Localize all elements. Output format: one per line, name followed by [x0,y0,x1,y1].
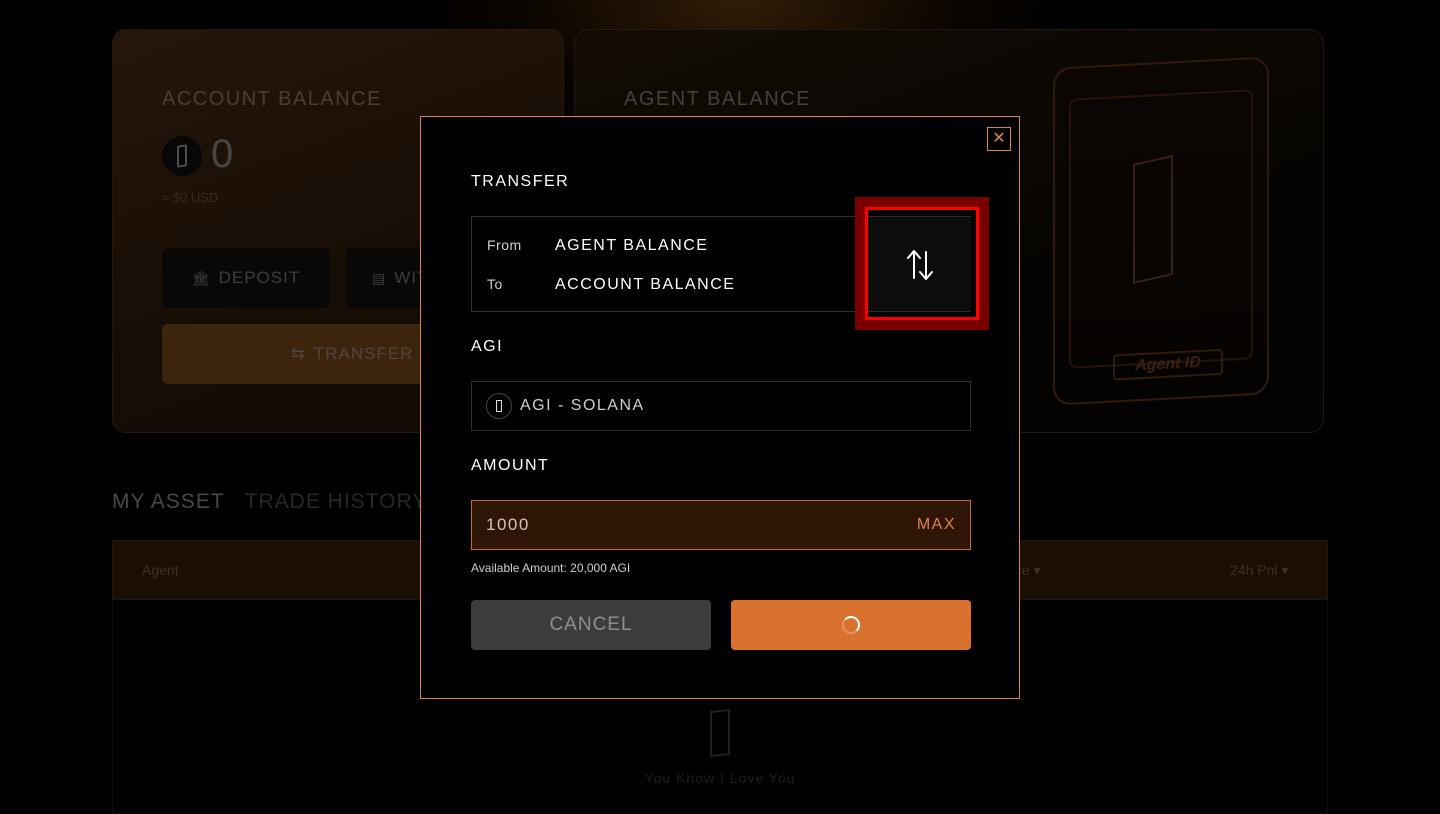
cancel-button[interactable]: CANCEL [471,600,711,650]
from-to-box: From AGENT BALANCE To ACCOUNT BALANCE [471,216,971,312]
amount-field: MAX [471,500,971,550]
amount-section-label: AMOUNT [471,457,550,474]
available-amount-text: Available Amount: 20,000 AGI [471,561,631,575]
swap-direction-button[interactable] [868,217,971,311]
loading-spinner-icon [842,616,860,634]
to-label: To [487,276,503,292]
to-value: ACCOUNT BALANCE [555,276,736,293]
modal-title: TRANSFER [471,173,570,190]
agi-token-icon [486,393,512,419]
confirm-button[interactable] [731,600,971,650]
max-button[interactable]: MAX [917,516,956,534]
from-label: From [487,237,522,253]
amount-input[interactable] [486,515,917,535]
transfer-modal: ✕ TRANSFER From AGENT BALANCE To ACCOUNT… [420,116,1020,699]
from-value: AGENT BALANCE [555,237,709,254]
swap-arrows-icon [906,250,933,280]
token-value: AGI - SOLANA [520,397,645,414]
close-icon: ✕ [992,130,1006,147]
token-select[interactable]: AGI - SOLANA [471,381,971,431]
token-section-label: AGI [471,338,504,355]
close-button[interactable]: ✕ [987,127,1011,151]
